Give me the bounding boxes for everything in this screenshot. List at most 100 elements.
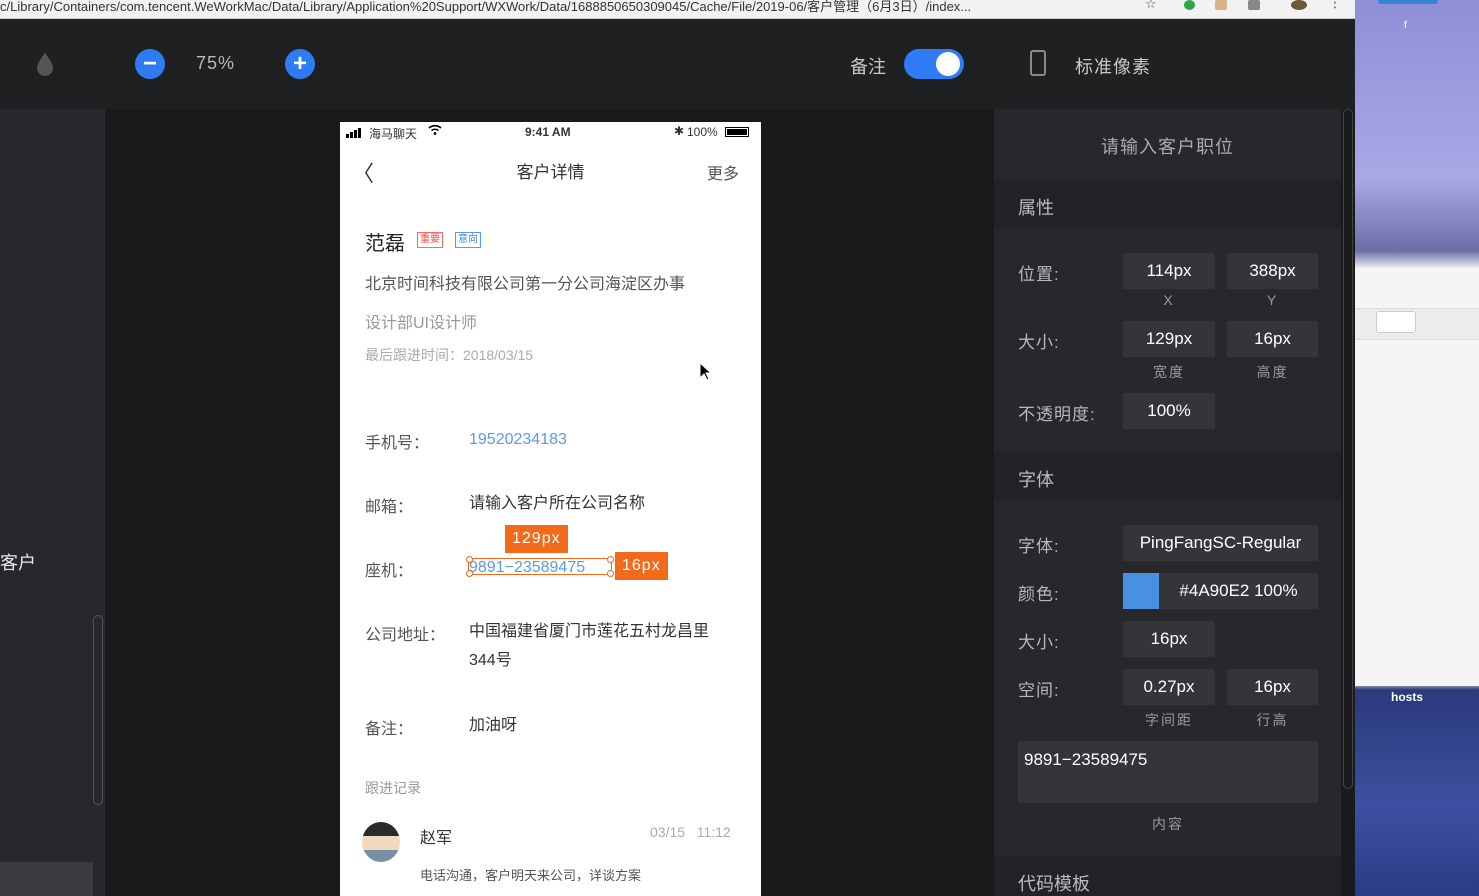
zoom-level: 75% <box>196 53 236 73</box>
bookmark-star-icon[interactable]: ☆ <box>1145 0 1157 12</box>
inspector-title: 请输入客户职位 <box>1101 137 1234 157</box>
extension-green-icon[interactable] <box>1184 0 1195 10</box>
opacity-value[interactable]: 100% <box>1123 393 1215 429</box>
x-caption: X <box>1163 292 1175 308</box>
record-author: 赵军 <box>420 830 453 847</box>
last-follow-time: 最后跟进时间：2018/03/15 <box>365 347 534 363</box>
desktop-window-chip[interactable] <box>1376 311 1416 333</box>
left-panel-label[interactable]: 客户 <box>0 549 36 575</box>
resize-handle[interactable] <box>466 556 473 563</box>
email-value[interactable]: 请输入客户所在公司名称 <box>469 489 645 518</box>
content-caption: 内容 <box>1152 816 1184 832</box>
letter-spacing-caption: 字间距 <box>1145 712 1193 728</box>
position-label: 位置: <box>1018 265 1060 284</box>
width-caption: 宽度 <box>1153 364 1185 380</box>
note-label: 备注： <box>365 721 414 738</box>
y-caption: Y <box>1266 292 1279 308</box>
nav-title: 客户详情 <box>516 163 585 182</box>
attributes-header-label: 属性 <box>1018 198 1054 218</box>
position-x-value[interactable]: 114px <box>1123 253 1215 289</box>
resize-handle[interactable] <box>607 556 614 563</box>
tag-important: 重要 <box>417 232 443 248</box>
left-panel <box>0 109 105 896</box>
extension-box-icon[interactable] <box>1248 0 1260 10</box>
drop-icon[interactable] <box>36 52 54 76</box>
spacing-label: 空间: <box>1018 681 1060 700</box>
desktop-window-row <box>1355 308 1479 340</box>
carrier-label: 海马聊天 <box>369 127 418 141</box>
tag-intent: 意向 <box>455 232 481 248</box>
landline-label: 座机： <box>365 563 414 580</box>
code-template-header-label: 代码模板 <box>1018 874 1090 894</box>
more-button[interactable]: 更多 <box>707 160 739 184</box>
status-time: 9:41 AM <box>525 125 571 139</box>
color-label: 颜色: <box>1018 585 1060 604</box>
customer-company: 北京时间科技有限公司第一分公司海淀区办事 <box>365 276 686 293</box>
customer-name: 范磊 <box>365 233 405 255</box>
font-size-value[interactable]: 16px <box>1123 621 1215 657</box>
zoom-out-button[interactable]: − <box>135 49 165 79</box>
phone-label: 手机号： <box>365 435 430 452</box>
record-description: 电话沟通，客户明天来公司，详谈方案 <box>420 868 642 883</box>
customer-position[interactable]: 设计部UI设计师 <box>365 309 477 333</box>
desktop-window-edge <box>1378 0 1438 4</box>
standard-pixel-button[interactable]: 标准像素 <box>1075 53 1151 79</box>
height-value[interactable]: 16px <box>1227 321 1318 357</box>
selection-box <box>466 556 614 577</box>
wifi-icon <box>428 124 442 138</box>
address-label: 公司地址： <box>365 627 446 644</box>
desktop-file-hosts[interactable]: hosts <box>1355 690 1459 704</box>
height-measure-badge: 16px <box>615 552 668 580</box>
avatar <box>362 822 400 862</box>
height-caption: 高度 <box>1256 364 1289 380</box>
email-label: 邮箱： <box>365 499 414 516</box>
font-section-header[interactable]: 字体 <box>994 452 1341 500</box>
note-value: 加油呀 <box>469 717 518 734</box>
left-panel-footer <box>0 862 93 896</box>
device-phone-icon[interactable] <box>1030 50 1046 76</box>
url-text: c/Library/Containers/com.tencent.WeWorkM… <box>0 0 972 14</box>
extension-avatar-icon[interactable] <box>1215 0 1227 10</box>
resize-handle[interactable] <box>607 570 614 577</box>
font-family-value[interactable]: PingFangSC-Regular <box>1123 525 1318 561</box>
battery-percent: 100% <box>687 125 718 139</box>
code-template-section-header[interactable]: 代码模板 <box>994 856 1341 896</box>
letter-spacing-value[interactable]: 0.27px <box>1123 669 1215 705</box>
signal-icon <box>346 127 364 141</box>
font-size-label: 大小: <box>1018 633 1060 652</box>
font-family-label: 字体: <box>1018 537 1060 556</box>
phone-value[interactable]: 19520234183 <box>469 425 567 454</box>
phone-artboard: 海马聊天 9:41 AM ✱ 100% 〈 客户详情 更多 范磊 重要 意向 北… <box>340 122 761 896</box>
profile-icon[interactable] <box>1291 0 1307 10</box>
battery-icon <box>725 127 749 137</box>
desktop-label: f <box>1404 20 1407 31</box>
address-line-1: 中国福建省厦门市莲花五村龙昌里 <box>469 623 710 640</box>
zoom-in-button[interactable]: + <box>285 49 315 79</box>
notes-label: 备注 <box>850 57 886 77</box>
status-bar: 海马聊天 9:41 AM ✱ 100% <box>340 122 761 144</box>
toggle-knob <box>936 52 960 76</box>
color-value[interactable]: #4A90E2 100% <box>1159 573 1318 609</box>
left-panel-scrollbar[interactable] <box>93 615 103 805</box>
width-value[interactable]: 129px <box>1123 321 1215 357</box>
size-label: 大小: <box>1018 333 1060 352</box>
mouse-cursor-icon <box>699 362 713 381</box>
attributes-section-header[interactable]: 属性 <box>994 180 1341 228</box>
line-height-caption: 行高 <box>1256 712 1289 728</box>
notes-toggle[interactable] <box>904 49 964 79</box>
menu-kebab-icon[interactable]: ⋮ <box>1328 0 1342 11</box>
width-measure-badge: 129px <box>505 525 568 553</box>
follow-records-title: 跟进记录 <box>365 780 421 796</box>
record-time: 03/15 11:12 <box>650 824 731 840</box>
address-line-2: 344号 <box>469 652 512 669</box>
inspector-scrollbar[interactable] <box>1343 109 1353 789</box>
opacity-label: 不透明度: <box>1018 405 1096 424</box>
font-header-label: 字体 <box>1018 470 1054 490</box>
color-swatch[interactable] <box>1123 573 1159 609</box>
position-y-value[interactable]: 388px <box>1227 253 1318 289</box>
resize-handle[interactable] <box>466 570 473 577</box>
browser-url-bar[interactable]: c/Library/Containers/com.tencent.WeWorkM… <box>0 0 1355 19</box>
line-height-value[interactable]: 16px <box>1227 669 1318 705</box>
content-value: 9891−23589475 <box>1024 750 1148 769</box>
bluetooth-icon: ✱ <box>674 124 685 138</box>
